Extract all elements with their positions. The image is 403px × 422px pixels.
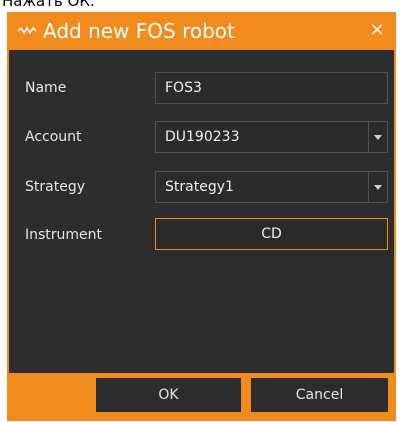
name-row: Name FOS3 [9,71,394,105]
name-field[interactable]: FOS3 [155,72,388,104]
cancel-button[interactable]: Cancel [251,378,388,412]
account-select[interactable]: DU190233 [155,121,388,153]
instrument-label: Instrument [25,227,103,243]
account-row: Account DU190233 [9,120,394,154]
instrument-row: Instrument CD [9,218,394,252]
chevron-down-icon[interactable] [368,172,387,202]
account-label: Account [25,129,82,145]
chevron-down-icon[interactable] [368,122,387,152]
strategy-select-value: Strategy1 [165,179,234,195]
account-select-value: DU190233 [165,129,240,145]
dialog-title: Add new FOS robot [43,19,235,43]
wave-icon [17,24,37,38]
close-icon[interactable]: × [368,20,386,40]
strategy-label: Strategy [25,179,85,195]
instruction-caption: Нажать ОК. [2,0,95,10]
strategy-select[interactable]: Strategy1 [155,171,388,203]
name-label: Name [25,80,67,96]
strategy-row: Strategy Strategy1 [9,170,394,204]
dialog-content: Name FOS3 Account DU190233 Strategy Stra… [9,50,394,373]
ok-button[interactable]: OK [96,378,241,412]
instrument-button[interactable]: CD [155,218,388,250]
add-robot-dialog: Add new FOS robot × Name FOS3 Account DU… [7,12,396,421]
dialog-titlebar[interactable]: Add new FOS robot × [7,12,396,50]
